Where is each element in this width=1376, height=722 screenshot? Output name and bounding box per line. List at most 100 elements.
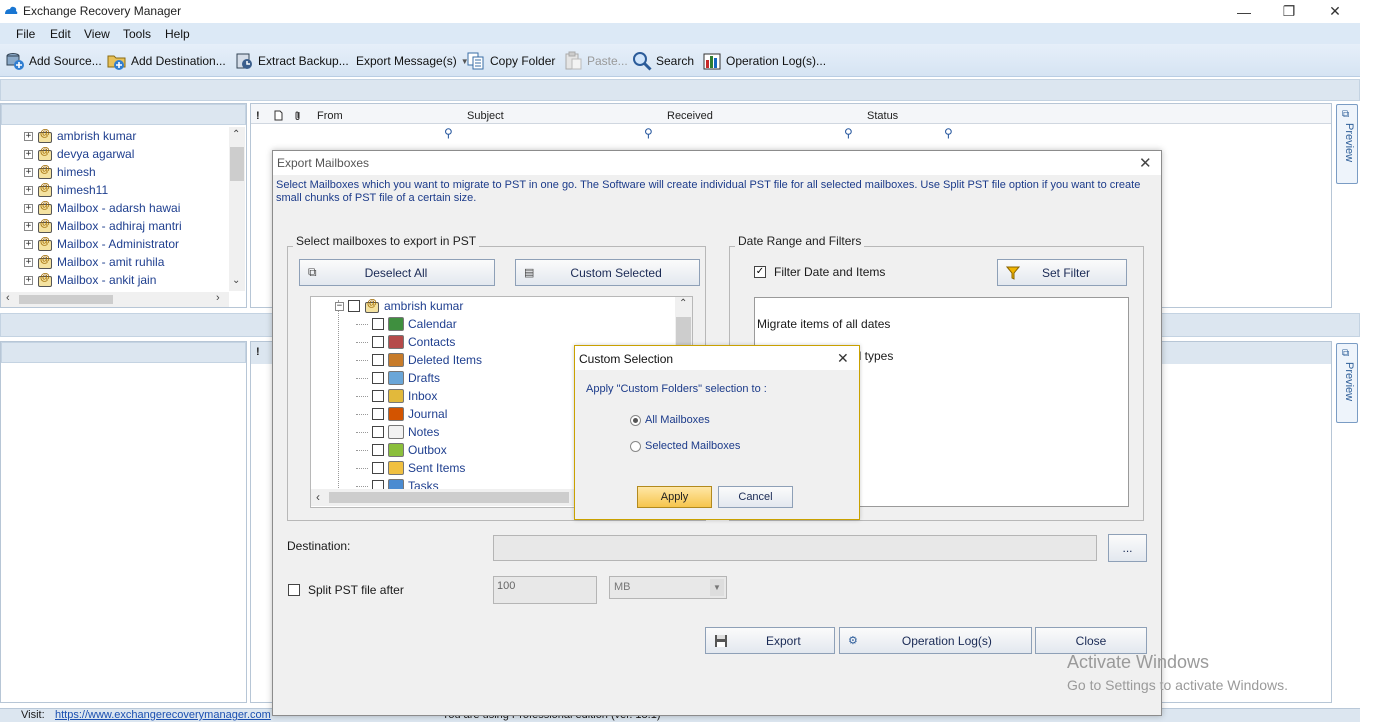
split-pst-checkbox[interactable] [288,584,300,596]
expand-icon[interactable]: + [24,221,33,231]
from-filter-search-icon[interactable]: ⚲ [444,126,453,140]
expand-icon[interactable]: + [24,275,33,285]
expand-icon[interactable]: + [24,167,33,177]
paste-button[interactable]: Paste... [563,49,628,73]
folder-tree-item[interactable]: Outbox [356,441,447,459]
root-mailbox-checkbox[interactable] [348,300,360,312]
folder-tree-item[interactable]: Sent Items [356,459,465,477]
export-button[interactable]: Export [705,627,835,654]
expand-icon[interactable]: + [24,203,33,213]
root-mailbox-row[interactable]: − ambrish kumar [335,297,463,315]
scroll-left-icon[interactable]: ‹ [6,292,10,304]
folder-checkbox[interactable] [372,390,384,402]
folder-checkbox[interactable] [372,372,384,384]
custom-selected-button[interactable]: ▤ Custom Selected [515,259,700,286]
menu-view[interactable]: View [84,27,110,41]
tree-hscroll-thumb[interactable] [19,295,113,304]
folder-tree-item[interactable]: Deleted Items [356,351,482,369]
menu-help[interactable]: Help [165,27,190,41]
browse-destination-button[interactable]: ... [1108,534,1147,562]
add-destination-button[interactable]: Add Destination... [107,49,226,73]
preview-tab-top[interactable]: ⧉ Preview [1336,104,1358,184]
folder-tree-item[interactable]: Journal [356,405,447,423]
restore-button[interactable]: ❐ [1266,0,1312,23]
split-size-input[interactable]: 100 [493,576,597,604]
subject-filter-search-icon[interactable]: ⚲ [644,126,653,140]
tree-hscrollbar[interactable]: ‹ › [1,292,229,307]
chevron-down-icon[interactable]: ▼ [710,579,724,596]
folder-tree-item[interactable]: Notes [356,423,439,441]
tree-scroll-thumb[interactable] [230,147,244,181]
close-button[interactable]: Close [1035,627,1147,654]
expand-icon[interactable]: + [24,131,33,141]
close-window-button[interactable]: ✕ [1312,0,1358,23]
folder-tree-item[interactable]: Drafts [356,369,440,387]
custom-dialog-close-icon[interactable]: ✕ [837,350,849,367]
menu-file[interactable]: File [16,27,35,41]
folder-checkbox[interactable] [372,444,384,456]
folder-tree-item[interactable]: Calendar [356,315,457,333]
status-column-header[interactable]: Status [867,110,898,122]
copy-folder-button[interactable]: Copy Folder [466,49,555,73]
mailbox-tree-item[interactable]: + Mailbox - adarsh hawai [24,199,180,217]
folder-checkbox[interactable] [372,336,384,348]
scroll-right-icon[interactable]: › [216,292,220,304]
expand-icon[interactable]: + [24,257,33,267]
folder-checkbox[interactable] [372,408,384,420]
tree-vscrollbar[interactable]: ⌃ ⌄ [229,127,245,291]
received-column-header[interactable]: Received [667,110,713,122]
scroll-down-icon[interactable]: ⌄ [232,275,240,286]
expand-icon[interactable]: + [24,149,33,159]
scroll-left-icon[interactable]: ‹ [316,490,320,504]
subject-column-header[interactable]: Subject [467,110,504,122]
scroll-up-icon[interactable]: ⌃ [232,129,240,140]
expand-icon[interactable]: + [24,239,33,249]
filter-date-items-checkbox[interactable]: ✓ [754,266,766,278]
folder-checkbox[interactable] [372,462,384,474]
minimize-button[interactable]: — [1221,0,1267,23]
operation-logs-button[interactable]: Operation Log(s)... [702,49,826,73]
apply-button[interactable]: Apply [637,486,712,508]
cancel-button[interactable]: Cancel [718,486,793,508]
menu-edit[interactable]: Edit [50,27,71,41]
mailbox-tree-item[interactable]: + devya agarwal [24,145,134,163]
mailbox-tree-item[interactable]: + Mailbox - ankit jain [24,271,156,289]
folder-checkbox[interactable] [372,426,384,438]
mailbox-tree-item[interactable]: + himesh11 [24,181,108,199]
filter-date-items-checkbox-row[interactable]: ✓ Filter Date and Items [754,265,885,279]
menu-tools[interactable]: Tools [123,27,151,41]
destination-input[interactable] [493,535,1097,561]
folder-tree-item[interactable]: Contacts [356,333,455,351]
export-dialog-close-icon[interactable]: ✕ [1139,154,1152,172]
scroll-up-icon[interactable]: ⌃ [679,298,687,309]
all-mailboxes-option[interactable]: All Mailboxes [630,414,710,426]
export-messages-dropdown[interactable]: Export Message(s) ▼ [356,49,469,73]
mailbox-tree-item[interactable]: + ambrish kumar [24,127,136,145]
lower-importance-header[interactable]: ! [256,346,260,358]
extract-backup-button[interactable]: Extract Backup... [234,49,349,73]
mailbox-tree-item[interactable]: + Mailbox - Administrator [24,235,179,253]
website-link[interactable]: https://www.exchangerecoverymanager.com [55,709,271,721]
deselect-all-button[interactable]: ⧉ Deselect All [299,259,495,286]
mailbox-tree-item[interactable]: + Mailbox - adhiraj mantri [24,217,182,235]
selected-mailboxes-option[interactable]: Selected Mailboxes [630,440,740,452]
from-column-header[interactable]: From [317,110,343,122]
attachment-type-icon[interactable] [274,110,283,121]
split-pst-row[interactable]: Split PST file after [288,583,404,597]
status-filter-search-icon[interactable]: ⚲ [944,126,953,140]
dialog-operation-logs-button[interactable]: ⚙ Operation Log(s) [839,627,1032,654]
all-mailboxes-radio[interactable] [630,414,641,426]
paperclip-icon[interactable] [294,110,302,121]
selected-mailboxes-radio[interactable] [630,440,641,452]
search-button[interactable]: Search [632,49,694,73]
split-unit-select[interactable]: MB ▼ [609,576,727,599]
add-source-button[interactable]: Add Source... [5,49,102,73]
folder-checkbox[interactable] [372,318,384,330]
mailbox-tree-item[interactable]: + Mailbox - amit ruhila [24,253,164,271]
set-filter-button[interactable]: Set Filter [997,259,1127,286]
folder-checkbox[interactable] [372,354,384,366]
folder-tree-item[interactable]: Inbox [356,387,437,405]
received-filter-search-icon[interactable]: ⚲ [844,126,853,140]
importance-column-header[interactable]: ! [256,110,260,122]
expand-icon[interactable]: + [24,185,33,195]
